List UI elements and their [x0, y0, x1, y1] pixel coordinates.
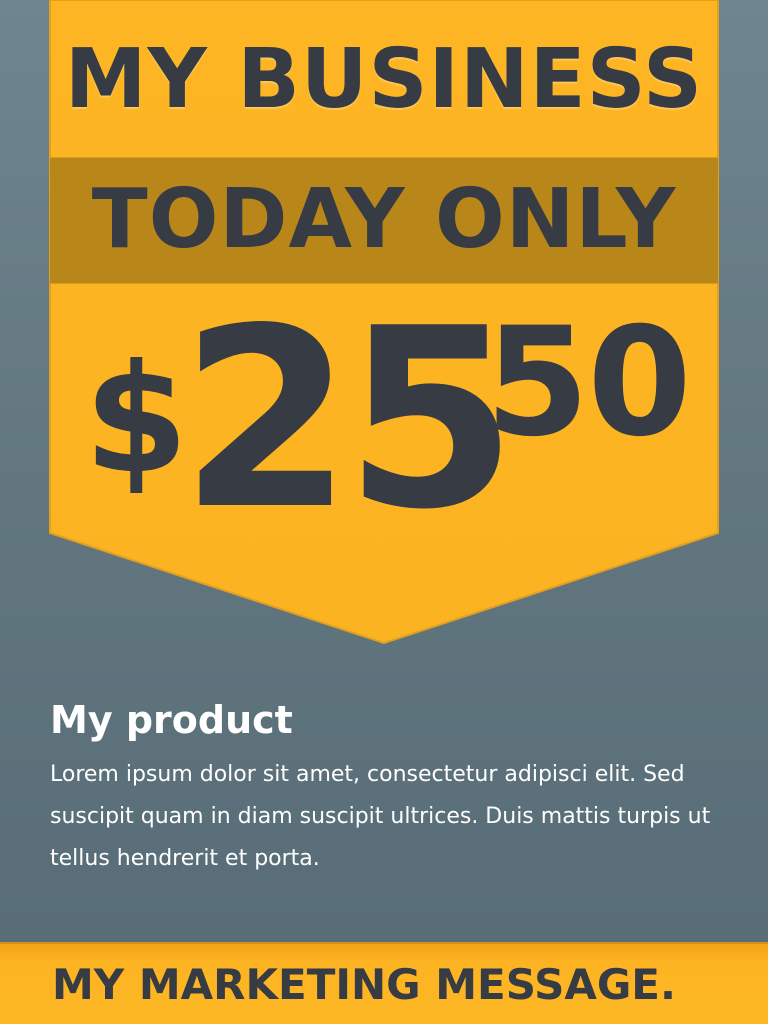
price-currency-symbol: $	[84, 333, 189, 507]
product-title: My product	[50, 698, 293, 742]
price-banner: MY BUSINESS TODAY ONLY $ 25 50	[49, 0, 719, 645]
offer-text: TODAY ONLY	[91, 172, 677, 267]
product-section: My product Lorem ipsum dolor sit amet, c…	[50, 692, 730, 880]
price-cents: 50	[485, 296, 692, 470]
business-name: MY BUSINESS	[64, 32, 704, 127]
price-whole: 25	[180, 276, 517, 564]
product-description: Lorem ipsum dolor sit amet, consectetur …	[50, 762, 711, 871]
marketing-footer: MY MARKETING MESSAGE.	[0, 942, 768, 1024]
marketing-message: MY MARKETING MESSAGE.	[52, 960, 676, 1009]
